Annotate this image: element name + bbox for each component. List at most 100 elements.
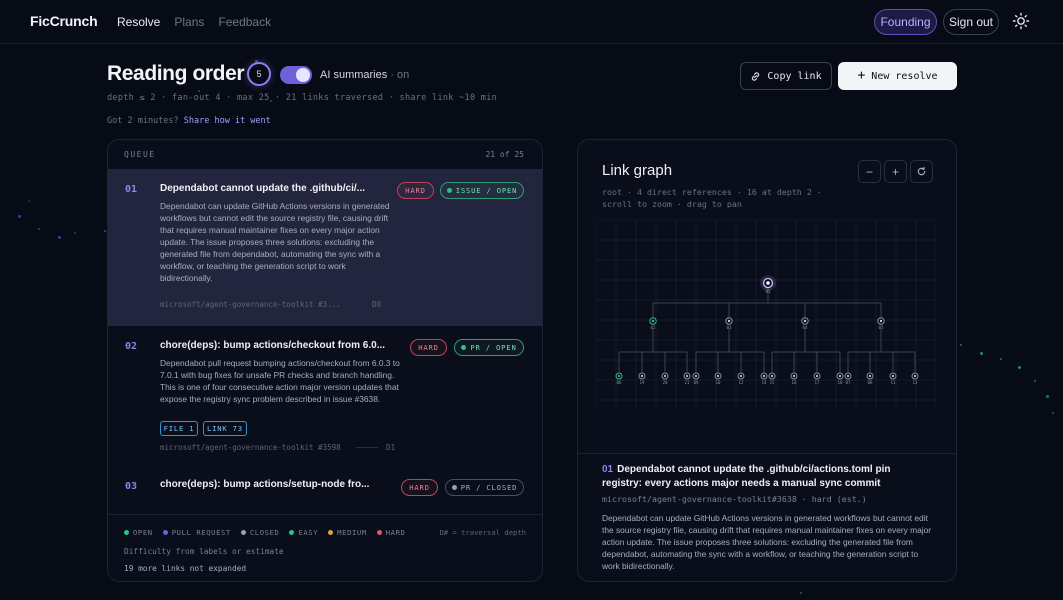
zoom-in-button[interactable]: + <box>884 160 907 183</box>
graph-node-core <box>803 319 807 323</box>
graph-node-core <box>792 374 796 378</box>
graph-meta-line-1: root · 4 direct references · 16 at depth… <box>602 187 822 197</box>
ai-summaries-toggle[interactable] <box>280 66 312 84</box>
ai-state: · on <box>390 69 410 81</box>
legend-easy: EASY <box>289 528 318 537</box>
detail-summary: Dependabot can update GitHub Actions ver… <box>602 513 932 571</box>
graph-canvas[interactable]: 01 02 03 04 05 06 19 20 21 09 10 12 14 15 16 17 18 07 08 11… <box>596 220 936 408</box>
status-label: PR / CLOSED <box>460 483 518 492</box>
queue-item-01[interactable]: 01 Dependabot cannot update the .github/… <box>108 169 542 326</box>
difficulty-note: Difficulty from labels or estimate <box>124 547 284 556</box>
queue-item-03[interactable]: 03 chore(deps): bump actions/setup-node … <box>108 466 542 514</box>
item-title: chore(deps): bump actions/setup-node fro… <box>160 479 370 490</box>
graph-node-label: 12 <box>738 380 744 385</box>
queue-heading: QUEUE <box>124 150 156 159</box>
brand-logo[interactable]: FicCrunch <box>30 13 98 29</box>
new-resolve-label: New resolve <box>871 70 938 82</box>
graph-node-label: 21 <box>684 380 690 385</box>
legend-medium: MEDIUM <box>328 528 367 537</box>
graph-node-label: 17 <box>814 380 820 385</box>
link-count-tag: LINK 73 <box>203 421 247 436</box>
graph-node-core <box>651 319 655 323</box>
graph-node-label: 16 <box>791 380 797 385</box>
detail-title-text: Dependabot cannot update the .github/ci/… <box>602 464 891 489</box>
graph-node-core <box>727 319 731 323</box>
graph-node-label: 18 <box>837 380 843 385</box>
queue-panel: QUEUE 21 of 25 01 Dependabot cannot upda… <box>107 139 543 582</box>
graph-node-label: 07 <box>845 380 851 385</box>
item-depth: D0 <box>372 300 382 309</box>
status-label: PR / OPEN <box>470 343 517 352</box>
graph-node-label: 02 <box>650 325 656 330</box>
graph-node-label: 14 <box>761 380 767 385</box>
legend-pull-request: PULL REQUEST <box>162 528 231 537</box>
reset-view-button[interactable] <box>910 160 933 183</box>
more-links-note: 19 more links not expanded <box>124 564 247 573</box>
sign-out-button[interactable]: Sign out <box>943 9 999 35</box>
founding-button[interactable]: Founding <box>874 9 937 35</box>
sun-icon[interactable] <box>1012 12 1030 30</box>
graph-node-label: 20 <box>662 380 668 385</box>
nav-feedback[interactable]: Feedback <box>218 15 271 29</box>
legend-closed: CLOSED <box>240 528 280 537</box>
queue-legend: OPEN PULL REQUEST CLOSED EASY MEDIUM HAR… <box>108 514 542 581</box>
graph-node-label: 01 <box>765 289 771 294</box>
new-resolve-button[interactable]: + New resolve <box>838 62 957 90</box>
traversal-meta: depth ≤ 2 · fan-out 4 · max 25 · 21 link… <box>107 93 498 103</box>
graph-node-core <box>879 319 883 323</box>
depth-divider <box>356 447 378 448</box>
status-dot <box>446 188 452 193</box>
feedback-prefix: Got 2 minutes? <box>107 116 179 126</box>
status-dot <box>451 485 457 490</box>
graph-node-core <box>891 374 895 378</box>
plus-icon: + <box>857 68 866 83</box>
graph-node-label: 15 <box>769 380 775 385</box>
graph-node-label: 08 <box>867 380 873 385</box>
graph-meta: root · 4 direct references · 16 at depth… <box>602 186 822 210</box>
page-title: Reading order <box>107 62 245 85</box>
feedback-prompt: Got 2 minutes? Share how it went <box>107 116 271 126</box>
queue-item-02[interactable]: 02 chore(deps): bump actions/checkout fr… <box>108 326 542 466</box>
copy-link-label: Copy link <box>767 70 822 82</box>
item-repo: microsoft/agent-governance-toolkit #3... <box>160 300 341 309</box>
status-badge: ISSUE / OPEN <box>440 182 524 199</box>
graph-node-core <box>846 374 850 378</box>
graph-node-label: 03 <box>726 325 732 330</box>
nav-plans[interactable]: Plans <box>174 15 204 29</box>
difficulty-badge: HARD <box>401 479 438 496</box>
detail-meta: microsoft/agent-governance-toolkit#3638 … <box>602 494 867 504</box>
difficulty-badge: HARD <box>410 339 447 356</box>
file-count-tag: FILE 1 <box>160 421 198 436</box>
graph-node-core <box>838 374 842 378</box>
graph-node-core <box>770 374 774 378</box>
graph-node-label: 10 <box>715 380 721 385</box>
graph-node-core <box>694 374 698 378</box>
copy-link-button[interactable]: Copy link <box>740 62 832 90</box>
detail-title: 01 Dependabot cannot update the .github/c… <box>602 463 932 491</box>
detail-number: 01 <box>602 464 614 475</box>
link-icon <box>752 71 760 81</box>
graph-node-core <box>762 374 766 378</box>
graph-node-core <box>617 374 621 378</box>
status-label: ISSUE / OPEN <box>455 186 518 195</box>
share-feedback-link[interactable]: Share how it went <box>184 116 271 126</box>
graph-node-core <box>716 374 720 378</box>
zoom-out-button[interactable]: − <box>858 160 881 183</box>
difficulty-badge: HARD <box>397 182 434 199</box>
graph-node-label: 09 <box>693 380 699 385</box>
item-number: 03 <box>125 481 138 492</box>
link-graph-panel: Link graph root · 4 direct references · … <box>577 139 957 582</box>
graph-node-label: 11 <box>890 380 896 385</box>
nav-resolve[interactable]: Resolve <box>117 15 160 29</box>
queue-count: 21 of 25 <box>485 150 524 159</box>
legend-hard: HARD <box>376 528 406 537</box>
item-summary: Dependabot can update GitHub Actions ver… <box>160 201 390 283</box>
reset-icon <box>917 166 926 176</box>
graph-node-label: 04 <box>802 325 808 330</box>
graph-node-core <box>739 374 743 378</box>
nav-links: Resolve Plans Feedback <box>117 15 271 29</box>
item-repo: microsoft/agent-governance-toolkit #3598 <box>160 443 341 452</box>
legend-depth-note: D# = traversal depth <box>439 528 526 537</box>
graph-node-label: 06 <box>616 380 622 385</box>
graph-node-core <box>815 374 819 378</box>
